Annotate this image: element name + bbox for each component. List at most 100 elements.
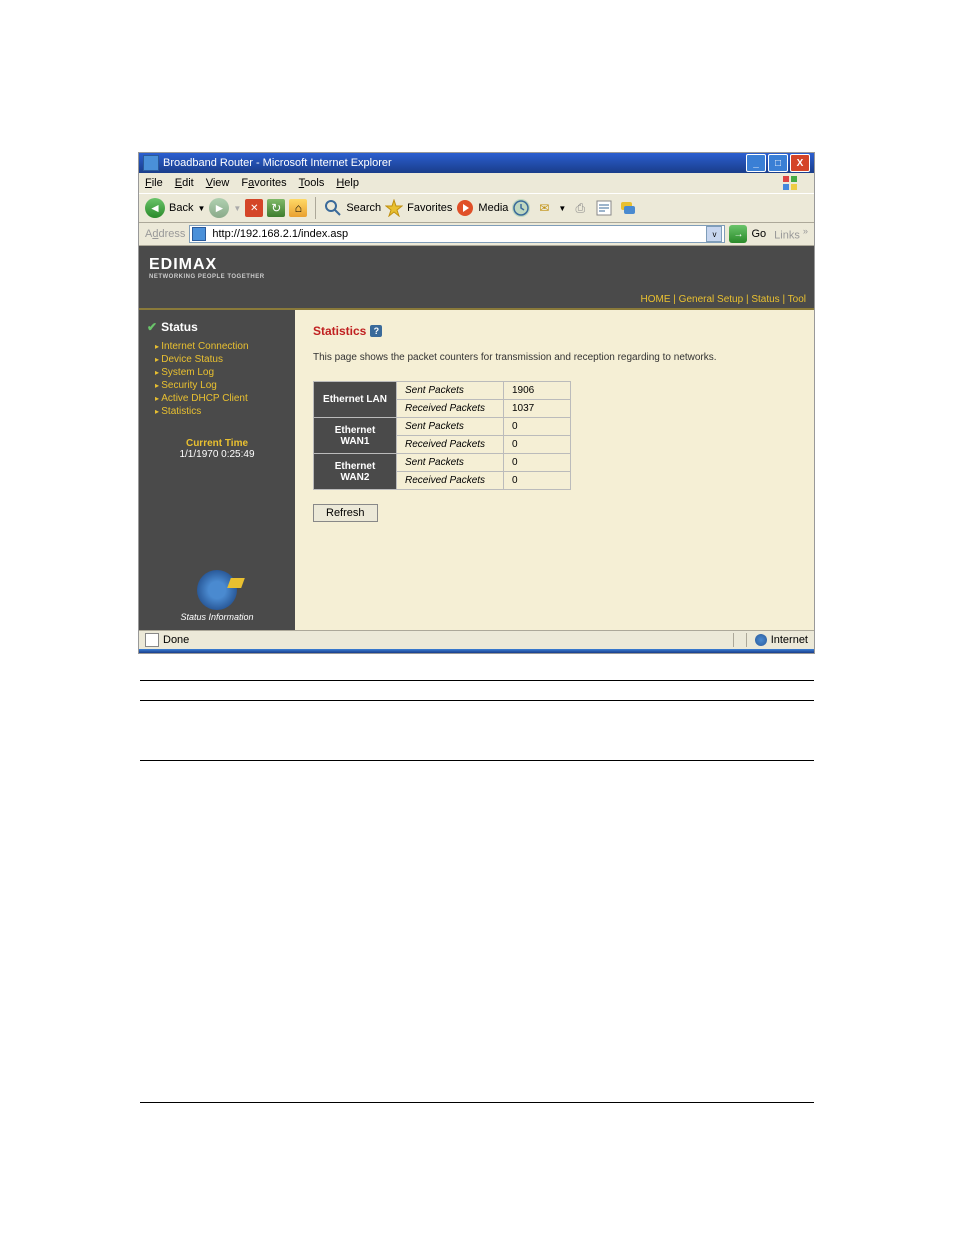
menu-edit[interactable]: Edit xyxy=(175,177,194,189)
home-button[interactable]: ⌂ xyxy=(289,199,307,217)
back-label: Back xyxy=(169,202,193,214)
search-button[interactable]: Search xyxy=(324,199,381,217)
current-time: Current Time 1/1/1970 0:25:49 xyxy=(147,438,287,460)
brand-logo: EDIMAX NETWORKING PEOPLE TOGETHER xyxy=(149,256,265,280)
windows-flag-icon xyxy=(782,175,798,191)
row-header-wan2: Ethernet WAN2 xyxy=(314,454,397,490)
forward-button[interactable]: ► ▼ xyxy=(209,198,241,218)
discuss-button[interactable] xyxy=(618,198,638,218)
table-row: Ethernet LAN Sent Packets 1906 xyxy=(314,382,571,400)
row-header-wan1: Ethernet WAN1 xyxy=(314,418,397,454)
favorites-button[interactable]: Favorites xyxy=(385,199,452,217)
print-button[interactable]: ⎙ xyxy=(570,198,590,218)
separator xyxy=(746,633,747,647)
sidebar-item-security-log[interactable]: Security Log xyxy=(155,379,287,392)
sidebar-item-active-dhcp-client[interactable]: Active DHCP Client xyxy=(155,392,287,405)
page-title-text: Statistics xyxy=(313,324,366,338)
sidebar-item-label: Active DHCP Client xyxy=(161,393,248,404)
table-row: Ethernet WAN1 Sent Packets 0 xyxy=(314,418,571,436)
address-input[interactable]: http://192.168.2.1/index.asp v xyxy=(189,225,725,243)
check-icon: ✔ xyxy=(147,320,157,334)
address-bar: Address http://192.168.2.1/index.asp v →… xyxy=(139,223,814,246)
refresh-button[interactable]: Refresh xyxy=(313,504,378,522)
metric-label: Received Packets xyxy=(397,400,504,418)
address-url: http://192.168.2.1/index.asp xyxy=(212,228,704,240)
back-icon: ◄ xyxy=(145,198,165,218)
mail-button[interactable]: ✉ xyxy=(534,198,554,218)
refresh-button[interactable]: ↻ xyxy=(267,199,285,217)
status-text: Done xyxy=(163,634,189,646)
sidebar-heading: ✔ Status xyxy=(147,320,287,334)
sidebar-item-device-status[interactable]: Device Status xyxy=(155,353,287,366)
status-info: Status Information xyxy=(139,570,295,622)
address-dropdown[interactable]: v xyxy=(706,226,722,242)
links-label[interactable]: Links » xyxy=(774,226,808,242)
stats-table: Ethernet LAN Sent Packets 1906 Received … xyxy=(313,381,571,490)
maximize-button[interactable]: □ xyxy=(768,154,788,172)
sidebar-item-label: Internet Connection xyxy=(161,341,248,352)
cell-value: 0 xyxy=(504,436,571,454)
brand-text: EDIMAX xyxy=(149,256,217,273)
sidebar-item-statistics[interactable]: Statistics xyxy=(155,405,287,418)
discuss-icon xyxy=(619,199,637,217)
media-button[interactable]: Media xyxy=(456,199,508,217)
document-line xyxy=(140,700,814,701)
sidebar-item-label: System Log xyxy=(161,367,214,378)
ie-icon xyxy=(143,155,159,171)
chevron-down-icon: ▼ xyxy=(197,204,205,213)
ie-status-bar: Done Internet xyxy=(139,630,814,649)
minimize-button[interactable]: _ xyxy=(746,154,766,172)
router-page: EDIMAX NETWORKING PEOPLE TOGETHER HOME |… xyxy=(139,246,814,630)
metric-label: Received Packets xyxy=(397,436,504,454)
metric-label: Sent Packets xyxy=(397,418,504,436)
router-nav: HOME | General Setup | Status | Tool xyxy=(139,290,814,310)
sidebar-item-system-log[interactable]: System Log xyxy=(155,366,287,379)
metric-label: Sent Packets xyxy=(397,454,504,472)
menu-favorites[interactable]: Favorites xyxy=(241,177,286,189)
sidebar-item-internet-connection[interactable]: Internet Connection xyxy=(155,340,287,353)
menu-tools[interactable]: Tools xyxy=(299,177,325,189)
go-button[interactable]: → xyxy=(729,225,747,243)
sidebar-heading-text: Status xyxy=(161,320,198,334)
content: Statistics ? This page shows the packet … xyxy=(295,310,814,630)
metric-label: Sent Packets xyxy=(397,382,504,400)
separator xyxy=(315,197,316,219)
titlebar: Broadband Router - Microsoft Internet Ex… xyxy=(139,153,814,173)
stop-button[interactable]: ✕ xyxy=(245,199,263,217)
current-time-label: Current Time xyxy=(147,438,287,449)
browser-window: Broadband Router - Microsoft Internet Ex… xyxy=(138,152,815,654)
document-line xyxy=(140,680,814,681)
close-button[interactable]: X xyxy=(790,154,810,172)
edit-button[interactable] xyxy=(594,198,614,218)
chevron-down-icon: ▼ xyxy=(558,204,566,213)
forward-icon: ► xyxy=(209,198,229,218)
go-label: Go xyxy=(751,228,766,240)
nav-links[interactable]: HOME | General Setup | Status | Tool xyxy=(641,294,806,305)
separator xyxy=(733,633,734,647)
table-row: Ethernet WAN2 Sent Packets 0 xyxy=(314,454,571,472)
address-label: Address xyxy=(145,228,185,240)
toolbar: ◄ Back ▼ ► ▼ ✕ ↻ ⌂ Search Favorites Medi… xyxy=(139,193,814,223)
sidebar-item-label: Security Log xyxy=(161,380,217,391)
document-line xyxy=(140,1102,814,1103)
search-icon xyxy=(324,199,342,217)
help-icon[interactable]: ? xyxy=(370,325,382,337)
history-button[interactable] xyxy=(512,199,530,217)
menu-help[interactable]: Help xyxy=(336,177,359,189)
window-title: Broadband Router - Microsoft Internet Ex… xyxy=(163,157,746,169)
brand-tagline: NETWORKING PEOPLE TOGETHER xyxy=(149,274,265,280)
media-label: Media xyxy=(478,202,508,214)
favorites-label: Favorites xyxy=(407,202,452,214)
row-header-lan: Ethernet LAN xyxy=(314,382,397,418)
history-icon xyxy=(512,199,530,217)
menu-file[interactable]: File xyxy=(145,177,163,189)
taskbar-edge xyxy=(139,649,814,653)
cell-value: 1906 xyxy=(504,382,571,400)
sidebar-item-label: Statistics xyxy=(161,406,201,417)
zone-text: Internet xyxy=(771,634,808,646)
cell-value: 1037 xyxy=(504,400,571,418)
menubar: File Edit View Favorites Tools Help xyxy=(139,173,814,193)
metric-label: Received Packets xyxy=(397,472,504,490)
menu-view[interactable]: View xyxy=(206,177,230,189)
back-button[interactable]: ◄ Back ▼ xyxy=(145,198,205,218)
